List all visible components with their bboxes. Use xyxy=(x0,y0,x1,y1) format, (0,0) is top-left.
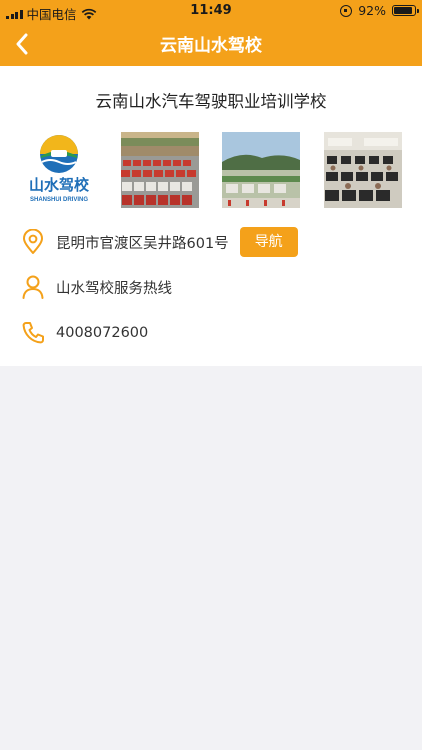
school-info-card: 云南山水汽车驾驶职业培训学校 山水驾校 SHANSHUI DRIVING 昆明市… xyxy=(0,66,422,366)
school-name: 云南山水汽车驾驶职业培训学校 xyxy=(95,92,327,111)
rotation-lock-icon xyxy=(340,4,353,17)
phone-number[interactable]: 4008072600 xyxy=(56,325,148,341)
address-text: 昆明市官渡区吴井路601号 xyxy=(56,235,229,252)
location-pin-icon xyxy=(20,229,46,255)
battery-icon xyxy=(392,5,419,16)
photo-gallery: 山水驾校 SHANSHUI DRIVING xyxy=(20,132,402,208)
logo-text: 山水驾校 xyxy=(29,176,90,194)
back-button[interactable] xyxy=(8,30,36,58)
contact-row: 山水驾校服务热线 xyxy=(20,271,402,303)
phone-icon xyxy=(20,320,46,346)
page-title: 云南山水驾校 xyxy=(160,36,262,56)
navigation-bar: 云南山水驾校 xyxy=(0,22,422,66)
school-logo[interactable]: 山水驾校 SHANSHUI DRIVING xyxy=(20,132,98,208)
chevron-left-icon xyxy=(16,33,28,55)
classroom-photo[interactable] xyxy=(324,132,402,208)
training-field-photo[interactable] xyxy=(222,132,300,208)
logo-subtext: SHANSHUI DRIVING xyxy=(30,197,88,203)
header-bar: 中国电信 11:49 92% 云南山水驾校 xyxy=(0,0,422,66)
address-row: 昆明市官渡区吴井路601号 导航 xyxy=(20,226,402,258)
status-bar: 中国电信 11:49 92% xyxy=(0,0,422,22)
navigate-button[interactable]: 导航 xyxy=(239,227,298,257)
user-icon xyxy=(20,274,46,300)
battery-percent: 92% xyxy=(358,3,386,18)
contact-name: 山水驾校服务热线 xyxy=(56,280,172,297)
phone-row[interactable]: 4008072600 xyxy=(20,317,402,349)
car-lot-photo[interactable] xyxy=(121,132,199,208)
